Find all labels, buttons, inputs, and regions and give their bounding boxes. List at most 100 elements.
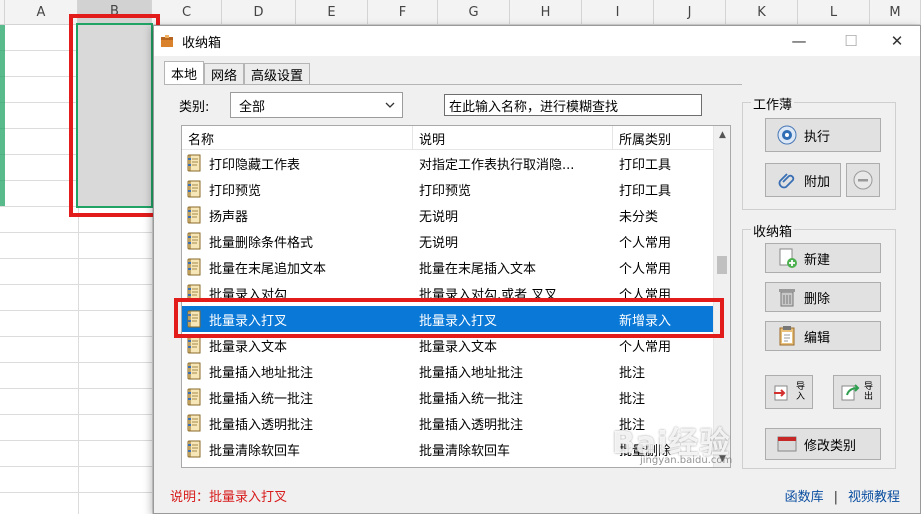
function-library-link[interactable]: 函数库 xyxy=(785,490,824,505)
detach-button[interactable] xyxy=(846,163,880,197)
annotation-box-column-b xyxy=(69,14,160,217)
storage-box-group: 收纳箱 新建 删除 编辑 导入 导出 修改类别 xyxy=(742,221,896,469)
macro-book-icon xyxy=(187,154,201,172)
cell-name-text: 批量插入统一批注 xyxy=(209,391,314,407)
table-row[interactable]: 批量在末尾追加文本 批量在末尾插入文本 个人常用 xyxy=(182,254,714,280)
new-button[interactable]: 新建 xyxy=(765,243,881,273)
search-input[interactable]: 在此输入名称，进行模糊查找 xyxy=(444,94,702,116)
vertical-scrollbar[interactable]: ▲ ▼ xyxy=(713,126,730,467)
macro-book-icon xyxy=(187,362,201,380)
macro-book-icon xyxy=(187,232,201,250)
export-icon xyxy=(841,384,860,401)
minus-circle-icon xyxy=(853,170,873,190)
maximize-button[interactable]: ☐ xyxy=(828,26,874,56)
scroll-up-icon[interactable]: ▲ xyxy=(714,126,730,143)
cell-name: 批量插入统一批注 xyxy=(186,384,412,410)
title-bar[interactable]: 收纳箱 — ☐ ✕ xyxy=(154,26,920,56)
macro-book-icon xyxy=(187,440,201,458)
column-header-l[interactable]: L xyxy=(798,0,870,25)
new-document-icon xyxy=(779,248,797,268)
category-select[interactable]: 全部 xyxy=(230,92,403,118)
import-button-label: 导入 xyxy=(796,382,806,402)
modify-category-button[interactable]: 修改类别 xyxy=(765,428,881,460)
select-all-corner[interactable] xyxy=(0,0,5,25)
cell-name-text: 批量插入地址批注 xyxy=(209,365,314,381)
cell-name: 打印预览 xyxy=(186,176,412,202)
column-header-a[interactable]: A xyxy=(5,0,78,25)
gridline-horizontal xyxy=(0,310,160,311)
execute-button[interactable]: 执行 xyxy=(765,118,881,152)
category-label: 类别: xyxy=(179,100,210,115)
cell-name: 批量插入地址批注 xyxy=(186,358,412,384)
table-row[interactable]: 打印隐藏工作表 对指定工作表执行取消隐... 打印工具 xyxy=(182,150,714,176)
column-header-f[interactable]: F xyxy=(368,0,438,25)
storage-box-dialog: 收纳箱 — ☐ ✕ 本地 网络 高级设置 类别: 全部 在此输入名称，进行模糊查… xyxy=(153,25,921,514)
export-button[interactable]: 导出 xyxy=(833,375,881,409)
edit-button[interactable]: 编辑 xyxy=(765,321,881,351)
table-row[interactable]: 批量插入统一批注 批量插入统一批注 批注 xyxy=(182,384,714,410)
cell-name-text: 批量插入透明批注 xyxy=(209,417,314,433)
category-icon xyxy=(777,436,797,452)
modify-category-button-label: 修改类别 xyxy=(804,438,857,454)
chevron-down-icon xyxy=(385,102,395,108)
macro-book-icon xyxy=(187,336,201,354)
cell-category: 打印工具 xyxy=(619,157,672,173)
scrollbar-thumb[interactable] xyxy=(717,256,727,274)
cell-category: 个人常用 xyxy=(619,235,672,251)
import-button[interactable]: 导入 xyxy=(765,375,813,409)
column-header-name[interactable]: 名称 xyxy=(182,126,413,150)
cell-description: 无说明 xyxy=(419,209,459,225)
cell-category: 个人常用 xyxy=(619,261,672,277)
status-text: 说明：批量录入打叉 xyxy=(170,490,288,505)
row-selection-indicator xyxy=(0,25,5,206)
cell-description: 打印预览 xyxy=(419,183,472,199)
column-header-e[interactable]: E xyxy=(296,0,368,25)
cell-name: 批量删除条件格式 xyxy=(186,228,412,254)
gridline-horizontal xyxy=(0,232,160,233)
column-header-i[interactable]: I xyxy=(582,0,654,25)
macro-book-icon xyxy=(187,206,201,224)
cell-description: 批量插入透明批注 xyxy=(419,417,524,433)
column-header-j[interactable]: J xyxy=(654,0,726,25)
column-header-c[interactable]: C xyxy=(152,0,222,25)
table-row[interactable]: 扬声器 无说明 未分类 xyxy=(182,202,714,228)
tab-panel-border xyxy=(164,84,742,85)
macro-list: 名称 说明 所属类别 打印隐藏工作表 对指定工作表执行取消隐... 打印工具 打印预览… xyxy=(181,125,731,468)
delete-button[interactable]: 删除 xyxy=(765,282,881,312)
cell-name: 批量在末尾追加文本 xyxy=(186,254,412,280)
workbook-group: 工作薄 执行 附加 xyxy=(742,94,896,210)
cell-name-text: 批量删除条件格式 xyxy=(209,235,314,251)
gridline-horizontal xyxy=(0,362,160,363)
column-header-description[interactable]: 说明 xyxy=(413,126,613,150)
table-row[interactable]: 批量删除条件格式 无说明 个人常用 xyxy=(182,228,714,254)
cell-name: 扬声器 xyxy=(186,202,412,228)
column-header-g[interactable]: G xyxy=(438,0,510,25)
column-header-category[interactable]: 所属类别 xyxy=(613,126,714,150)
gridline-horizontal xyxy=(0,284,160,285)
gridline-horizontal xyxy=(0,388,160,389)
column-header-k[interactable]: K xyxy=(726,0,798,25)
cell-description: 批量清除软回车 xyxy=(419,443,511,459)
gridline-horizontal xyxy=(0,258,160,259)
column-header-h[interactable]: H xyxy=(510,0,582,25)
dialog-title: 收纳箱 xyxy=(182,35,222,51)
tab-advanced-settings[interactable]: 高级设置 xyxy=(244,63,311,85)
cell-name-text: 扬声器 xyxy=(209,209,249,225)
macro-book-icon xyxy=(187,180,201,198)
table-row[interactable]: 打印预览 打印预览 打印工具 xyxy=(182,176,714,202)
tab-local[interactable]: 本地 xyxy=(164,61,205,85)
cell-name-text: 打印隐藏工作表 xyxy=(209,157,301,173)
column-header-d[interactable]: D xyxy=(222,0,296,25)
gridline-horizontal xyxy=(0,414,160,415)
annotation-box-selected-row xyxy=(174,298,724,338)
list-header: 名称 说明 所属类别 xyxy=(182,126,714,150)
table-row[interactable]: 批量插入地址批注 批量插入地址批注 批注 xyxy=(182,358,714,384)
close-button[interactable]: ✕ xyxy=(874,26,920,56)
tab-network[interactable]: 网络 xyxy=(204,63,245,85)
video-tutorial-link[interactable]: 视频教程 xyxy=(848,490,900,505)
box-app-icon xyxy=(161,35,173,47)
minimize-button[interactable]: — xyxy=(776,26,822,56)
cell-description: 批量在末尾插入文本 xyxy=(419,261,537,277)
attach-button[interactable]: 附加 xyxy=(765,163,841,197)
column-header-m[interactable]: M xyxy=(870,0,921,25)
